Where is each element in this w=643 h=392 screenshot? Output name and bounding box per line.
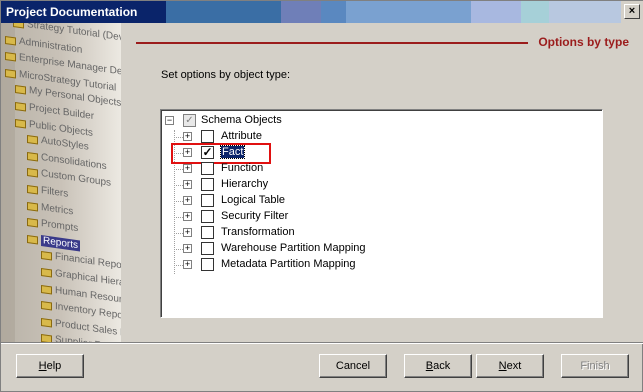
tree-node-label: Function <box>221 162 264 174</box>
folder-icon <box>5 51 16 62</box>
collapse-icon[interactable]: − <box>165 116 174 125</box>
wizard-side-image: Strategy Tutorial (Dev Administration Ente… <box>1 23 121 343</box>
side-tree-item: Metrics <box>27 200 73 218</box>
hierarchy-checkbox[interactable] <box>201 178 214 191</box>
folder-icon <box>15 118 26 128</box>
security-filter-checkbox[interactable] <box>201 210 214 223</box>
title-bar: Project Documentation × <box>1 1 643 23</box>
tree-node-label: Hierarchy <box>221 178 269 190</box>
folder-icon <box>5 35 16 45</box>
tree-connector <box>174 169 183 170</box>
next-label: ext <box>506 360 522 372</box>
folder-icon <box>5 68 16 78</box>
side-tree-item: Reports <box>27 233 81 252</box>
expand-icon[interactable]: + <box>183 244 192 253</box>
expand-icon[interactable]: + <box>183 212 192 221</box>
finish-button[interactable]: Finish <box>561 354 629 378</box>
tree-node-label: Attribute <box>221 130 262 142</box>
tree-connector <box>174 217 183 218</box>
folder-icon <box>27 167 38 178</box>
tree-node-transformation[interactable]: + Transformation <box>174 225 483 241</box>
side-tree-label: Reports <box>41 234 81 252</box>
help-mnemonic: H <box>38 360 47 372</box>
help-label: elp <box>46 360 62 372</box>
tree-node-label: Transformation <box>221 226 295 238</box>
folder-icon <box>27 134 38 145</box>
expand-icon[interactable]: + <box>183 180 192 189</box>
tree-node-label: Logical Table <box>221 194 286 206</box>
metadata-partition-mapping-checkbox[interactable] <box>201 258 214 271</box>
folder-icon <box>13 23 24 29</box>
tree-node-label: Security Filter <box>221 210 289 222</box>
tree-node-label: Metadata Partition Mapping <box>221 258 356 270</box>
tree-connector <box>174 249 183 250</box>
tree-connector <box>174 201 183 202</box>
tree-node-hierarchy[interactable]: + Hierarchy <box>174 177 483 193</box>
tree-node-security-filter[interactable]: + Security Filter <box>174 209 483 225</box>
tree-node-schema-objects[interactable]: − ✓ Schema Objects <box>165 113 365 129</box>
back-label: ack <box>433 360 451 372</box>
side-tree-label: Project Builder <box>29 101 95 123</box>
expand-icon[interactable]: + <box>183 260 192 269</box>
folder-icon <box>41 317 52 327</box>
tree-node-warehouse-partition-mapping[interactable]: + Warehouse Partition Mapping <box>174 241 483 257</box>
folder-icon <box>15 84 26 95</box>
expand-icon[interactable]: + <box>183 228 192 237</box>
side-tree-label: Metrics <box>41 201 74 218</box>
folder-icon <box>41 300 52 311</box>
logical-table-checkbox[interactable] <box>201 194 214 207</box>
expand-icon[interactable]: + <box>183 132 192 141</box>
tree-node-logical-table[interactable]: + Logical Table <box>174 193 483 209</box>
button-bar-separator <box>1 342 643 344</box>
attribute-checkbox[interactable] <box>201 130 214 143</box>
side-tree-label: Filters <box>41 184 69 200</box>
tree-connector <box>174 137 183 138</box>
tree-connector <box>174 233 183 234</box>
tree-node-label: Warehouse Partition Mapping <box>221 242 366 254</box>
side-tree-label: Prompts <box>41 218 79 235</box>
warehouse-partition-mapping-checkbox[interactable] <box>201 242 214 255</box>
next-button[interactable]: Next <box>476 354 544 378</box>
tree-node-function[interactable]: + Function <box>174 161 483 177</box>
page-title: Options by type <box>538 35 629 49</box>
side-tree-label: AutoStyles <box>41 135 89 153</box>
header-rule <box>136 42 528 44</box>
transformation-checkbox[interactable] <box>201 226 214 239</box>
schema-objects-checkbox[interactable]: ✓ <box>183 114 196 127</box>
folder-icon <box>41 267 52 278</box>
side-tree-item: Filters <box>27 183 68 200</box>
cancel-button[interactable]: Cancel <box>319 354 387 378</box>
close-button[interactable]: × <box>624 4 640 19</box>
folder-icon <box>15 101 26 112</box>
folder-icon <box>27 151 38 161</box>
help-button[interactable]: Help <box>16 354 84 378</box>
instruction-text: Set options by object type: <box>161 69 291 81</box>
function-checkbox[interactable] <box>201 162 214 175</box>
tree-connector <box>174 185 183 186</box>
project-documentation-dialog: Project Documentation × Strategy Tutoria… <box>0 0 643 392</box>
folder-icon <box>27 234 38 244</box>
expand-icon[interactable]: + <box>183 164 192 173</box>
next-mnemonic: N <box>498 360 507 372</box>
folder-icon <box>41 250 52 261</box>
back-mnemonic: B <box>425 360 434 372</box>
tree-connector <box>174 265 183 266</box>
folder-icon <box>41 284 52 294</box>
folder-icon <box>27 184 38 195</box>
window-title: Project Documentation <box>6 5 138 19</box>
side-tree-item: Prompts <box>27 216 78 234</box>
folder-icon <box>27 217 38 228</box>
expand-icon[interactable]: + <box>183 196 192 205</box>
tree-node-metadata-partition-mapping[interactable]: + Metadata Partition Mapping <box>174 257 483 273</box>
object-type-tree[interactable]: − ✓ Schema Objects + Attribute + ✓ Fact + Func… <box>160 109 603 318</box>
folder-icon <box>27 201 38 211</box>
back-button[interactable]: Back <box>404 354 472 378</box>
tree-node-label: Schema Objects <box>201 114 282 126</box>
wizard-content: Options by type Set options by object ty… <box>121 23 643 343</box>
